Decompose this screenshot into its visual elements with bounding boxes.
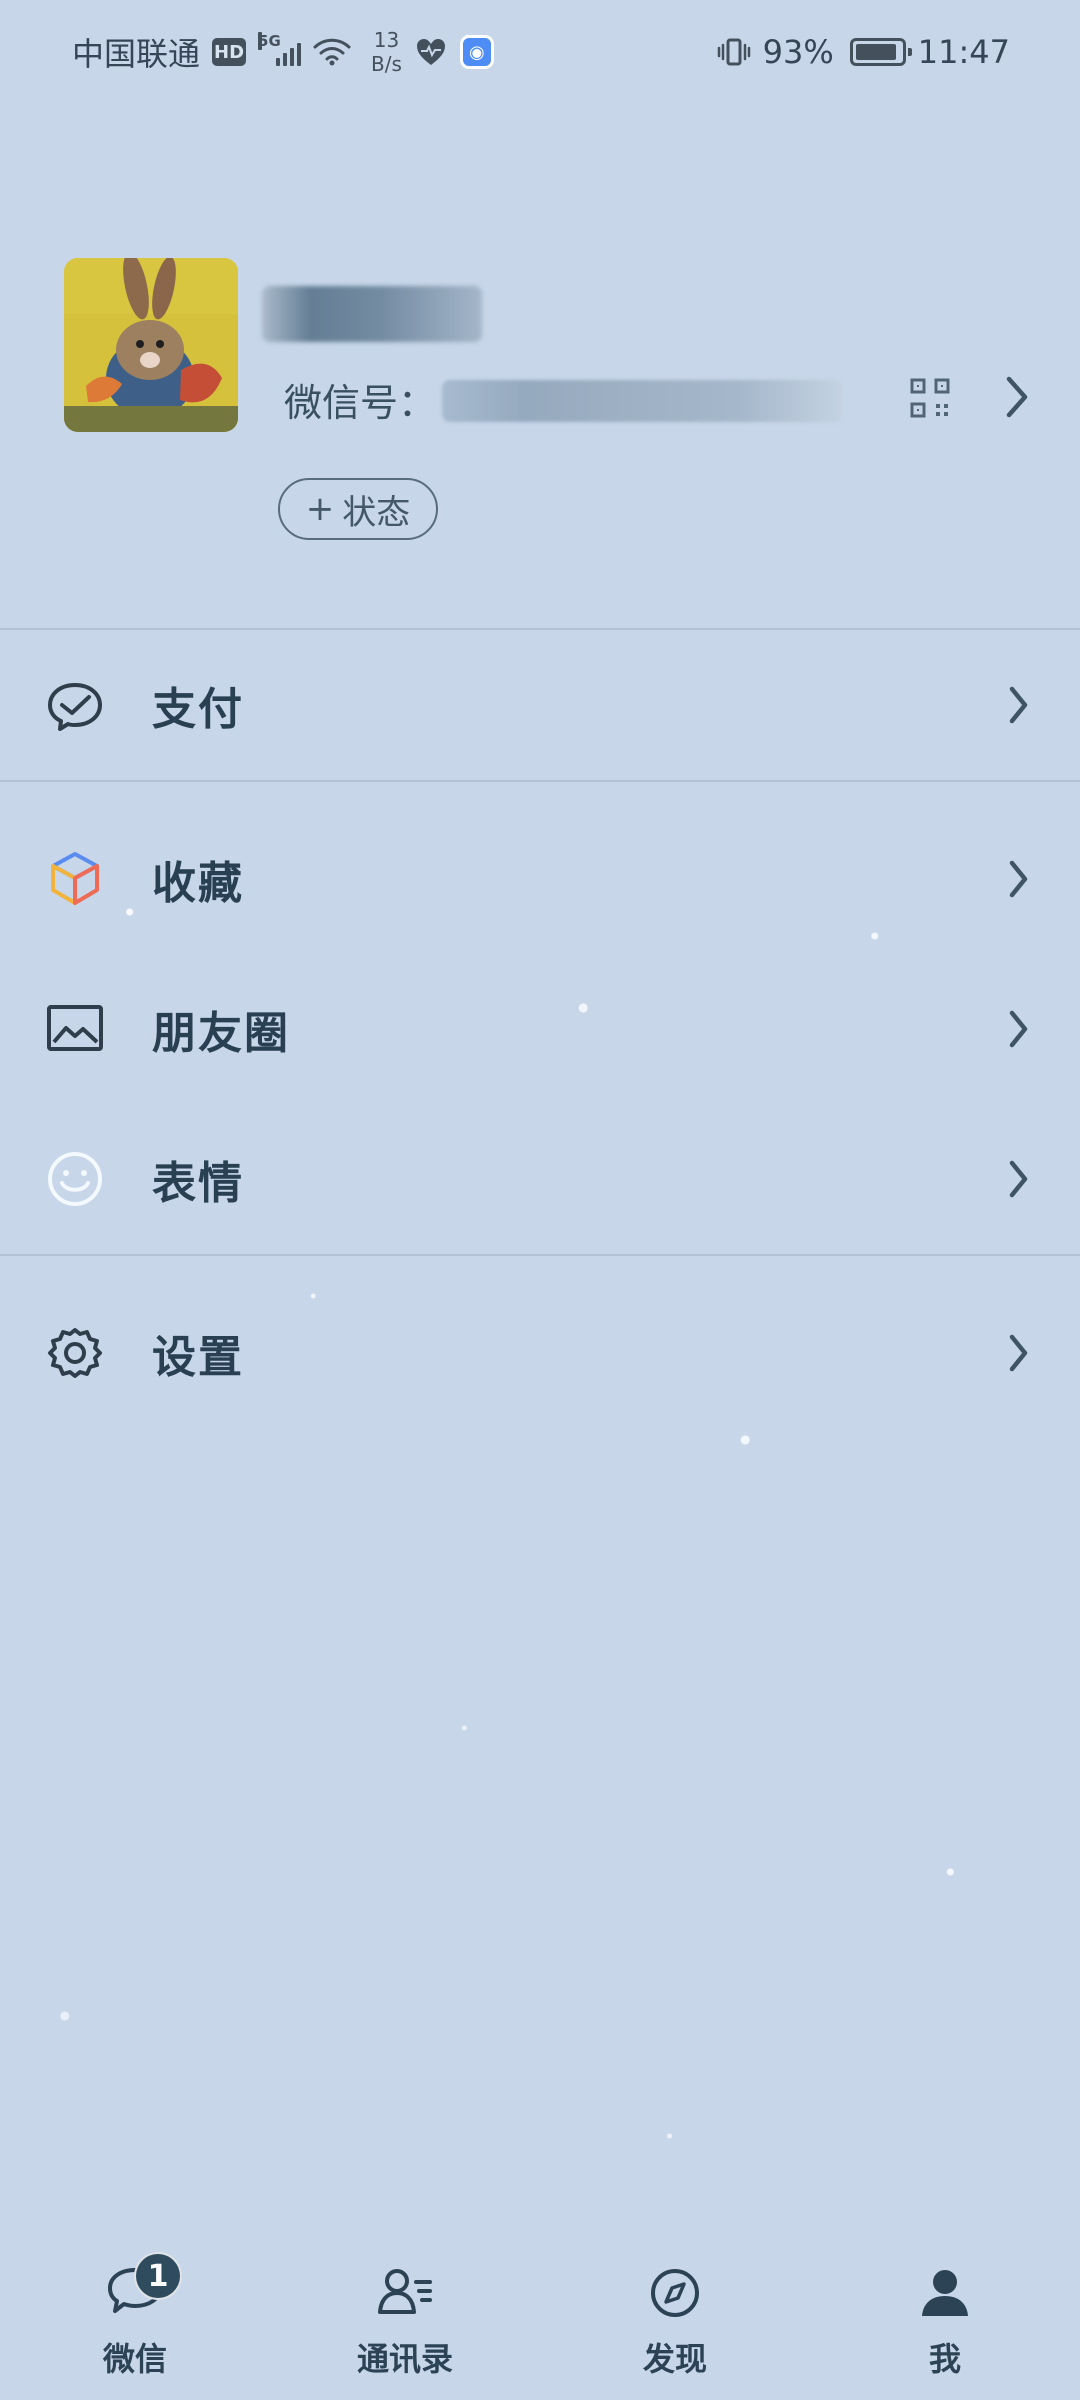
avatar[interactable] (64, 258, 238, 432)
sticker-icon (48, 1152, 102, 1206)
contacts-icon-shape (378, 2269, 432, 2314)
discover-icon-shape (651, 2269, 699, 2317)
chevron-right-icon (1009, 1334, 1028, 1372)
status-left: 中国联通 HD 5G 13 B/s ◉ (72, 28, 494, 76)
chevron-right-icon (1009, 1160, 1028, 1198)
status-button[interactable]: + 状态 (278, 478, 438, 540)
favorites-icon (51, 852, 99, 905)
status-right: 93% 11:47 (717, 33, 1010, 71)
menu-label-pay: 支付 (152, 684, 244, 735)
plus-icon: + (305, 489, 335, 529)
menu-list: 支付 收藏 朋友圈 表情 设置 (0, 628, 1080, 1428)
unread-badge: 1 (134, 2252, 182, 2300)
settings-icon (48, 1328, 102, 1378)
menu-item-settings[interactable]: 设置 (0, 1278, 1080, 1428)
chat-icon: 1 (102, 2252, 182, 2324)
wechat-id-blurred (442, 380, 842, 422)
carrier-name: 中国联通 (72, 35, 201, 73)
contacts-icon (372, 2264, 438, 2324)
avatar-rabbit-icon (64, 258, 238, 432)
pay-icon (48, 683, 102, 731)
bottom-navigation: 1 微信 通讯录 发现 我 (0, 2220, 1080, 2400)
browser-icon: ◉ (459, 35, 494, 69)
menu-label-favorites: 收藏 (152, 858, 244, 909)
nav-label-chats: 微信 (102, 2340, 167, 2378)
chevron-right-icon (1009, 860, 1028, 898)
menu-item-stickers[interactable]: 表情 (0, 1104, 1080, 1254)
sim-signal-icon: 5G (258, 32, 302, 66)
status-button-label: 状态 (342, 492, 411, 533)
chevron-right-icon[interactable] (1000, 372, 1034, 422)
battery-icon (849, 38, 912, 66)
menu-item-moments[interactable]: 朋友圈 (0, 954, 1080, 1104)
health-icon (416, 39, 445, 65)
status-bar: 中国联通 HD 5G 13 B/s ◉ 93% 11:47 (0, 0, 1080, 104)
battery-percent: 93% (762, 33, 834, 71)
profile-section[interactable]: 微信号： + 状态 (64, 258, 1044, 540)
menu-label-settings: 设置 (152, 1332, 244, 1383)
menu-label-moments: 朋友圈 (152, 1008, 290, 1059)
wifi-icon (313, 38, 351, 66)
network-type: 5G (258, 32, 281, 50)
nav-item-contacts[interactable]: 通讯录 (295, 2264, 515, 2380)
network-speed: 13 B/s (371, 28, 402, 76)
nickname-blurred (262, 286, 482, 342)
nav-item-discover[interactable]: 发现 (565, 2264, 785, 2380)
vibrate-icon (717, 38, 750, 66)
discover-icon (642, 2264, 708, 2324)
nav-label-me: 我 (928, 2340, 961, 2378)
menu-item-favorites[interactable]: 收藏 (0, 804, 1080, 954)
qrcode-icon[interactable] (908, 376, 952, 420)
moments-icon (47, 1005, 103, 1051)
chevron-right-icon (1009, 686, 1028, 724)
speed-value: 13 (373, 28, 400, 52)
menu-item-pay[interactable]: 支付 (0, 630, 1080, 780)
chevron-right-icon (1009, 1010, 1028, 1048)
menu-label-stickers: 表情 (152, 1158, 244, 1209)
speed-unit: B/s (371, 52, 402, 76)
clock-time: 11:47 (917, 33, 1010, 71)
me-icon (912, 2264, 978, 2324)
me-icon-shape (922, 2270, 968, 2316)
nav-label-discover: 发现 (642, 2340, 707, 2378)
wechat-id-label: 微信号： (284, 381, 437, 425)
nav-label-contacts: 通讯录 (356, 2340, 453, 2378)
nav-item-chats[interactable]: 1 微信 (25, 2252, 245, 2380)
nav-item-me[interactable]: 我 (835, 2264, 1055, 2380)
battery-fill (855, 44, 897, 60)
hd-badge: HD (212, 38, 247, 66)
